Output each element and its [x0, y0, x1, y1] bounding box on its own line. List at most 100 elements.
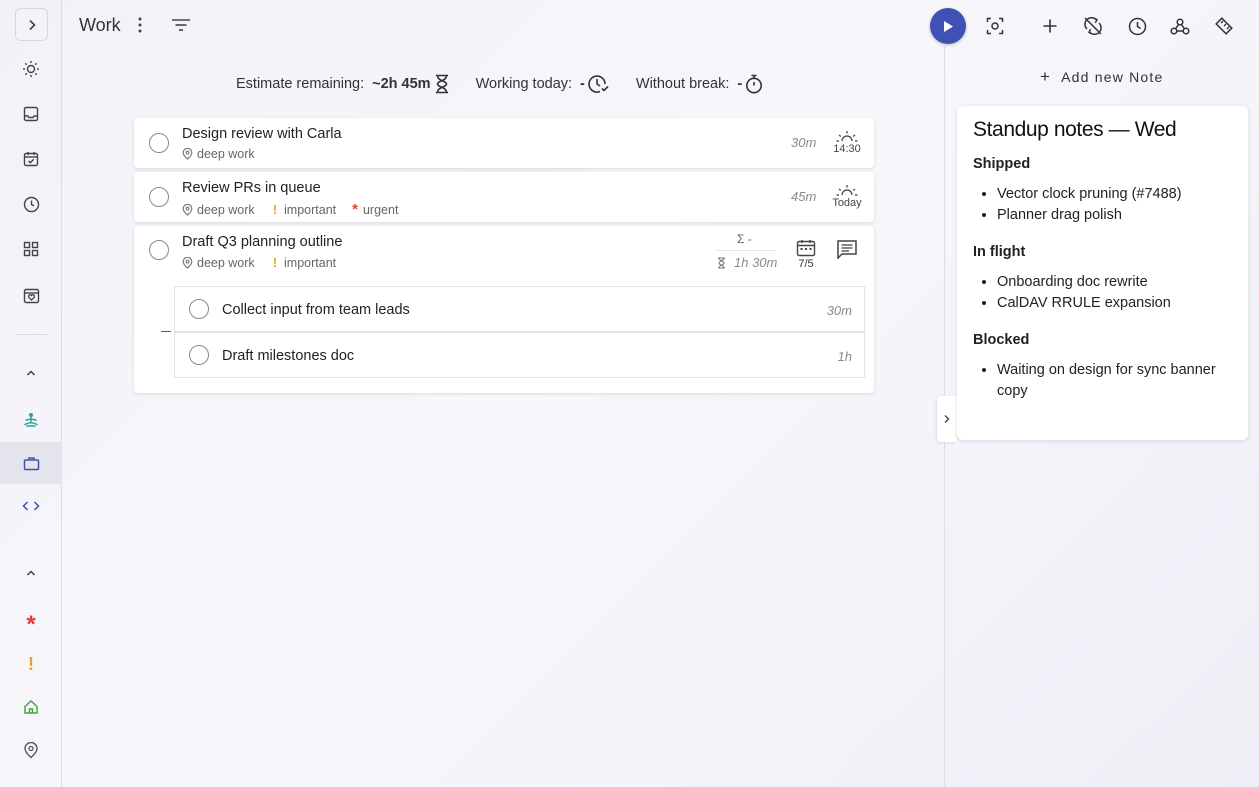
note-list-item: Waiting on design for sync banner copy [997, 360, 1232, 402]
tag-icon [182, 148, 193, 160]
note-list-item: CalDAV RRULE expansion [997, 293, 1232, 314]
filter-button[interactable] [168, 13, 194, 37]
time-estimate[interactable]: 30m [791, 135, 816, 150]
tag-label: important [284, 255, 337, 270]
sidebar-item-history[interactable] [0, 183, 62, 225]
expand-sidebar-button[interactable] [15, 8, 48, 41]
plus-icon [1043, 19, 1057, 33]
subtask-item[interactable]: Draft milestones doc 1h [174, 332, 865, 378]
task-notes-button[interactable] [836, 239, 858, 259]
focus-frame-icon [986, 17, 1004, 35]
sidebar-tag-home[interactable] [0, 686, 62, 728]
note-card[interactable]: Standup notes — Wed Shipped Vector clock… [957, 106, 1248, 440]
calendar-heart-icon [23, 288, 39, 303]
focus-mode-button[interactable] [977, 8, 1013, 44]
tag-chip[interactable]: deep work [182, 147, 255, 161]
task-card[interactable]: Review PRs in queue deep work ! importan… [134, 172, 874, 222]
clock-icon [1128, 17, 1146, 35]
estimate-divider [716, 250, 776, 251]
time-estimate-group[interactable]: 1h 30m [717, 255, 777, 270]
note-heading: In flight [973, 244, 1026, 260]
sync-button[interactable] [1075, 8, 1111, 44]
chevron-up-icon [26, 570, 36, 576]
sidebar-project-dev[interactable] [0, 485, 62, 527]
subtask-estimate[interactable]: 1h [838, 349, 852, 364]
calendar-icon [796, 240, 816, 257]
due-indicator[interactable]: 14:30 [827, 130, 867, 155]
tag-label: urgent [362, 202, 399, 217]
tag-chip[interactable]: ! important [271, 255, 336, 270]
subtask-title[interactable]: Draft milestones doc [222, 348, 354, 364]
subtask-item[interactable]: Collect input from team leads 30m [174, 286, 865, 332]
integrations-button[interactable] [1162, 8, 1198, 44]
add-task-button[interactable] [1032, 8, 1068, 44]
collapse-notes-panel-button[interactable] [937, 396, 957, 442]
tag-chip[interactable]: ! important [271, 202, 336, 217]
subtask-checkbox[interactable] [189, 345, 209, 365]
note-list-item: Vector clock pruning (#7488) [997, 184, 1232, 205]
task-checkbox[interactable] [149, 133, 169, 153]
time-estimate[interactable]: 45m [791, 189, 816, 204]
tag-chip[interactable]: deep work [182, 256, 255, 270]
inbox-icon [23, 106, 39, 122]
sidebar-tag-deep-work[interactable] [0, 729, 62, 771]
home-icon [24, 700, 38, 714]
tag-chip[interactable]: deep work [182, 203, 255, 217]
sunrise-icon [836, 131, 858, 142]
project-menu-button[interactable] [130, 13, 150, 37]
sidebar-item-boards[interactable] [0, 228, 62, 270]
clock-check-icon [588, 74, 610, 94]
sidebar-item-planner[interactable] [0, 274, 62, 316]
note-heading: Blocked [973, 332, 1030, 348]
sidebar-item-inbox[interactable] [0, 93, 62, 135]
sun-icon [23, 61, 39, 77]
subtask-checkbox[interactable] [189, 299, 209, 319]
clock-icon [23, 196, 39, 212]
task-checkbox[interactable] [149, 240, 169, 260]
meditation-icon [24, 413, 38, 427]
code-icon [22, 501, 40, 511]
filter-list-icon [172, 19, 190, 31]
history-button[interactable] [1119, 8, 1155, 44]
sidebar-tag-important[interactable]: ! [0, 643, 62, 685]
webhook-icon [1170, 17, 1190, 35]
sidebar-item-schedule[interactable] [0, 138, 62, 180]
notes-toggle-button[interactable] [1206, 8, 1242, 44]
task-tags: deep work ! important * urgent [182, 201, 414, 218]
exclamation-icon: ! [272, 202, 278, 217]
sidebar-project-meditation[interactable] [0, 399, 62, 441]
grid-icon [23, 241, 39, 257]
note-list: Waiting on design for sync banner copy [973, 360, 1232, 402]
task-title[interactable]: Draft Q3 planning outline [182, 234, 342, 250]
chevron-up-icon [26, 370, 36, 376]
sunrise-icon [836, 185, 858, 196]
sidebar-divider [15, 334, 47, 335]
subtask-estimate[interactable]: 30m [827, 303, 852, 318]
task-tags: deep work ! important [182, 255, 352, 270]
note-list-item: Planner drag polish [997, 205, 1232, 226]
subtask-title[interactable]: Collect input from team leads [222, 302, 410, 318]
asterisk-icon: * [352, 201, 358, 218]
task-card[interactable]: Design review with Carla deep work 30m 1… [134, 118, 874, 168]
repeat-schedule[interactable]: 7/5 [794, 239, 818, 270]
tags-collapse-toggle[interactable] [0, 552, 62, 594]
without-break-value: - [737, 76, 743, 92]
projects-collapse-toggle[interactable] [0, 352, 62, 394]
start-tracking-button[interactable] [930, 8, 966, 44]
tag-chip[interactable]: * urgent [352, 201, 398, 218]
note-list-item: Onboarding doc rewrite [997, 272, 1232, 293]
plus-icon: + [1040, 67, 1052, 86]
task-card-with-subtasks[interactable]: Draft Q3 planning outline deep work ! im… [134, 226, 874, 393]
task-title[interactable]: Review PRs in queue [182, 180, 321, 196]
sidebar-project-work[interactable] [0, 442, 62, 484]
sidebar-tag-urgent[interactable]: * [0, 600, 62, 642]
exclamation-icon: ! [28, 653, 34, 674]
sidebar-item-today[interactable] [0, 48, 62, 90]
exclamation-icon: ! [272, 255, 278, 270]
note-title: Standup notes — Wed [973, 118, 1177, 141]
task-checkbox[interactable] [149, 187, 169, 207]
add-note-label: Add new Note [1061, 68, 1164, 85]
add-note-button[interactable]: + Add new Note [1040, 68, 1164, 85]
task-title[interactable]: Design review with Carla [182, 126, 342, 142]
due-indicator[interactable]: Today [827, 184, 867, 209]
